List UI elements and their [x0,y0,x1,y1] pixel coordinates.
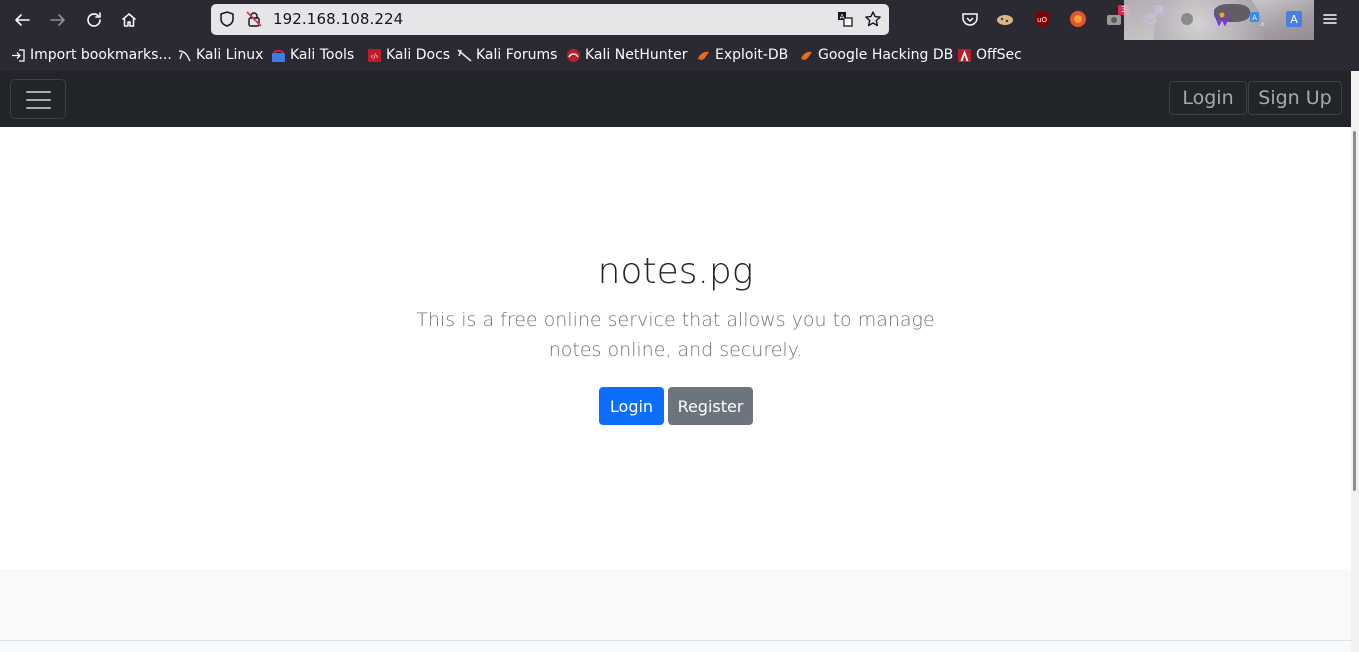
navbar-login-button[interactable]: Login [1169,81,1247,115]
offsec-icon [958,48,971,62]
hamburger-menu-icon[interactable] [1321,10,1339,28]
navbar-toggler-button[interactable] [10,79,66,119]
svg-text:a: a [1260,20,1264,28]
bookmark-kali-nethunter[interactable]: Kali NetHunter [566,46,687,64]
extension-a[interactable]: 3 [1105,5,1129,28]
nethunter-icon [567,48,580,62]
back-button[interactable] [10,8,34,32]
reload-icon [87,12,101,27]
hero-login-button[interactable]: Login [599,387,664,425]
site-navbar: Login Sign Up [0,71,1351,127]
bookmark-import[interactable]: Import bookmarks... [11,46,172,64]
bookmark-label: Import bookmarks... [30,47,172,63]
web-page: Login Sign Up notes.pg This is a free on… [0,71,1351,652]
ghdb-icon [801,51,812,60]
exploitdb-icon [698,51,709,60]
bookmark-label: Google Hacking DB [818,47,954,63]
star-bookmark-icon[interactable] [864,10,882,28]
page-scrollbar[interactable] [1351,71,1359,652]
bookmark-google-hacking-db[interactable]: Google Hacking DB [799,46,953,64]
forward-arrow-icon [50,14,65,26]
bookmark-offsec[interactable]: OffSec [957,46,1022,64]
import-icon [12,48,25,62]
translate-extension-icon[interactable]: Aa [1249,10,1267,28]
reload-button[interactable] [82,8,106,32]
foxyproxy-icon[interactable] [1069,10,1087,28]
hero-section: notes.pg This is a free online service t… [0,127,1351,569]
bookmark-label: Kali Tools [290,47,355,63]
bookmark-label: Kali Linux [196,47,264,63]
extension-c-icon[interactable] [1178,10,1196,28]
pocket-icon[interactable] [961,10,979,28]
scrollbar-thumb[interactable] [1353,131,1356,491]
shield-icon[interactable] [218,10,236,28]
translator-extension-icon[interactable]: A [1285,10,1303,28]
bookmark-label: Kali Forums [476,47,558,63]
svg-text:‹/›: ‹/› [371,52,379,60]
hamburger-icon [26,91,51,93]
hero-register-button[interactable]: Register [668,387,753,425]
bookmark-exploit-db[interactable]: Exploit-DB [696,46,788,64]
home-icon [122,13,136,27]
kali-docs-icon: ‹/› [368,48,381,62]
bookmark-kali-forums[interactable]: Kali Forums [457,46,557,64]
svg-text:uO: uO [1037,16,1047,24]
back-arrow-icon [15,14,30,26]
ublock-origin-icon[interactable]: uO [1033,10,1051,28]
footer-divider [0,640,1351,641]
translate-icon[interactable]: A [836,10,854,28]
bookmark-label: OffSec [976,47,1022,63]
bookmark-label: Exploit-DB [715,47,789,63]
hero-title: notes.pg [597,251,754,292]
svg-text:A: A [1290,13,1298,26]
home-button[interactable] [117,8,141,32]
kali-tools-icon [272,49,285,62]
kali-forums-icon [457,48,472,62]
navbar-signup-button[interactable]: Sign Up [1248,81,1342,115]
bookmark-kali-docs[interactable]: ‹/› Kali Docs [367,46,450,64]
svg-text:A: A [840,13,845,21]
bookmark-kali-tools[interactable]: Kali Tools [271,46,354,64]
browser-toolbar: 192.168.108.224 A uO 3 3 Aa A [0,0,1359,71]
hero-lead-text: This is a free online service that allow… [416,309,935,361]
kali-dragon-icon [178,49,191,61]
insecure-lock-icon[interactable] [245,10,263,28]
wappalyzer-icon[interactable] [1213,10,1231,28]
bookmark-label: Kali NetHunter [585,47,688,63]
cookie-extension-icon[interactable] [996,10,1014,28]
svg-text:A: A [1252,14,1257,22]
url-bar[interactable]: 192.168.108.224 A [211,4,889,35]
bookmark-label: Kali Docs [386,47,451,63]
bookmark-kali-linux[interactable]: Kali Linux [177,46,263,64]
forward-button[interactable] [46,8,70,32]
url-text[interactable]: 192.168.108.224 [273,10,403,28]
bookmarks-toolbar: Import bookmarks... Kali Linux Kali Tool… [0,40,1359,71]
